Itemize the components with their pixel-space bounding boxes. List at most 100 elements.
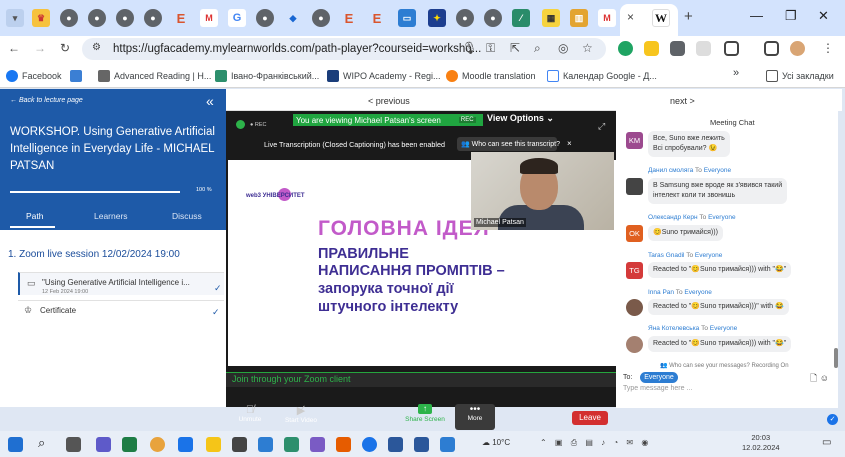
more-button[interactable]: ••• More: [455, 404, 495, 430]
tab-favicon-github-icon[interactable]: ●: [116, 9, 134, 27]
forward-arrow-icon[interactable]: →: [34, 41, 46, 55]
tab-favicon-e-icon[interactable]: E: [340, 9, 358, 27]
app-icon[interactable]: [284, 437, 299, 452]
restore-icon[interactable]: ❐: [785, 8, 797, 24]
url-text[interactable]: https://ugfacademy.mylearnworlds.com/pat…: [113, 43, 481, 55]
windows-start-icon[interactable]: [8, 437, 23, 452]
join-zoom-client-link[interactable]: Join through your Zoom client: [232, 374, 351, 384]
fullscreen-icon[interactable]: ⤢: [598, 121, 605, 132]
tab-favicon-gmail-icon[interactable]: M: [598, 9, 616, 27]
search-icon[interactable]: ⌕: [38, 435, 53, 450]
reload-icon[interactable]: ↻: [60, 41, 70, 55]
tab-favicon-e-icon[interactable]: E: [368, 9, 386, 27]
tab-favicon-gmail-icon[interactable]: M: [200, 9, 218, 27]
viber-icon[interactable]: [310, 437, 325, 452]
list-item-certificate[interactable]: ♔ Certificate ✓: [18, 300, 224, 323]
tab-favicon-eu-flag-icon[interactable]: ✦: [428, 9, 446, 27]
microphone-icon[interactable]: 🎙: [462, 41, 477, 55]
app-icon[interactable]: [258, 437, 273, 452]
tab-favicon-wikipedia-icon[interactable]: W: [652, 9, 670, 27]
new-tab-button[interactable]: +: [684, 8, 693, 25]
tab-favicon-github-icon[interactable]: ●: [144, 9, 162, 27]
file-explorer-icon[interactable]: [206, 437, 221, 452]
tab-search-icon[interactable]: ▾: [6, 9, 24, 27]
chat-scrollbar[interactable]: [834, 348, 838, 368]
all-bookmarks[interactable]: Усі закладки: [766, 70, 834, 82]
word-icon[interactable]: [414, 437, 429, 452]
back-arrow-icon[interactable]: ←: [8, 41, 20, 55]
tab-favicon-monitor-icon[interactable]: ▭: [398, 9, 416, 27]
file-emoji-icons[interactable]: 🗋 ☺: [810, 371, 829, 387]
tab-path[interactable]: Path: [26, 211, 44, 221]
tab-learners[interactable]: Learners: [94, 211, 128, 221]
view-options-button[interactable]: View Options ⌄: [487, 113, 554, 124]
minimize-icon[interactable]: —: [750, 8, 763, 23]
chrome-icon[interactable]: [150, 437, 165, 452]
share-screen-button[interactable]: ↑ Share Screen: [404, 404, 446, 423]
bookmark-wipo[interactable]: WIPO Academy - Regi...: [327, 70, 441, 82]
bookmarks-overflow[interactable]: »: [733, 67, 739, 79]
start-video-button[interactable]: ▶̸ Start Video: [282, 404, 320, 424]
task-view-icon[interactable]: [66, 437, 81, 452]
tab-favicon-github-icon[interactable]: ●: [456, 9, 474, 27]
leave-button[interactable]: Leave: [572, 411, 608, 425]
back-to-lecture-link[interactable]: ← Back to lecture page: [10, 97, 83, 104]
weather[interactable]: ☁ 10°C: [482, 438, 510, 447]
sidebar-icon[interactable]: [764, 41, 779, 56]
profile-avatar[interactable]: [790, 41, 805, 56]
tab-favicon-github-icon[interactable]: ●: [88, 9, 106, 27]
zoom-icon[interactable]: [440, 437, 455, 452]
menu-dots-icon[interactable]: ⋮: [822, 41, 834, 55]
tab-discuss[interactable]: Discuss: [172, 211, 202, 221]
tab-favicon-shield-icon[interactable]: ♛: [32, 9, 50, 27]
app-icon[interactable]: [96, 437, 111, 452]
bookmark-gs[interactable]: [70, 70, 82, 82]
extension-note-icon[interactable]: [644, 41, 659, 56]
extensions-icon[interactable]: [724, 41, 739, 56]
list-item-zoom-session[interactable]: ▭ "Using Generative Artificial Intellige…: [18, 272, 224, 295]
clock[interactable]: 20:03 12.02.2024: [742, 433, 780, 453]
notification-icon[interactable]: ▭: [822, 437, 831, 448]
tab-favicon-chart-icon[interactable]: ⁄: [512, 9, 530, 27]
app-icon[interactable]: [232, 437, 247, 452]
tab-favicon-e-icon[interactable]: E: [172, 9, 190, 27]
site-info-icon[interactable]: ⚙: [92, 42, 101, 53]
tab-favicon-bars-icon[interactable]: ▥: [570, 9, 588, 27]
previous-button[interactable]: < previous: [368, 96, 410, 106]
edge-icon[interactable]: [362, 437, 377, 452]
app-icon[interactable]: [336, 437, 351, 452]
bookmark-star-icon[interactable]: ☆: [582, 41, 593, 55]
tab-favicon-github-icon[interactable]: ●: [484, 9, 502, 27]
bookmark-advanced-reading[interactable]: Advanced Reading | H...: [98, 70, 211, 82]
collapse-sidebar-icon[interactable]: «: [206, 93, 214, 109]
extension-shield-icon[interactable]: [696, 41, 711, 56]
tab-favicon-grid-icon[interactable]: ▦: [542, 9, 560, 27]
next-button[interactable]: next >: [670, 96, 695, 106]
folder-icon[interactable]: [178, 437, 193, 452]
section-title[interactable]: 1. Zoom live session 12/02/2024 19:00: [8, 249, 180, 260]
check-circle-icon[interactable]: ✓: [827, 414, 838, 425]
zoom-icon[interactable]: ⌕: [534, 41, 541, 56]
excel-icon[interactable]: [122, 437, 137, 452]
key-icon[interactable]: ⚿: [486, 41, 495, 56]
tab-favicon-diamond-icon[interactable]: ◆: [284, 9, 302, 27]
who-can-see-messages[interactable]: 👥 Who can see your messages? Recording O…: [660, 362, 789, 369]
tab-favicon-google-icon[interactable]: G: [228, 9, 246, 27]
unmute-button[interactable]: 🎙̸ Unmute: [236, 404, 264, 423]
extension-puzzle-icon[interactable]: [670, 41, 685, 56]
close-window-icon[interactable]: ✕: [818, 8, 829, 24]
recipient-dropdown[interactable]: Everyone: [640, 372, 678, 383]
bookmark-moodle[interactable]: Moodle translation: [446, 70, 536, 82]
tab-favicon-github-icon[interactable]: ●: [256, 9, 274, 27]
bookmark-facebook[interactable]: Facebook: [6, 70, 62, 82]
tab-favicon-github-icon[interactable]: ●: [312, 9, 330, 27]
close-notice-icon[interactable]: ×: [567, 139, 572, 148]
who-can-see-transcript-button[interactable]: 👥 Who can see this transcript?: [457, 137, 560, 151]
extension-grammarly-icon[interactable]: [618, 41, 633, 56]
tab-close-icon[interactable]: ×: [627, 10, 634, 24]
system-tray-icons[interactable]: ⌃ ▣ ⎙ ▤ ♪ ◔ ✉ ◉: [540, 438, 651, 448]
word-icon[interactable]: [388, 437, 403, 452]
bookmark-ivano-frankivsk[interactable]: Івано-Франківський...: [215, 70, 319, 82]
tab-favicon-github-icon[interactable]: ●: [60, 9, 78, 27]
eye-off-icon[interactable]: ◎: [558, 41, 568, 55]
